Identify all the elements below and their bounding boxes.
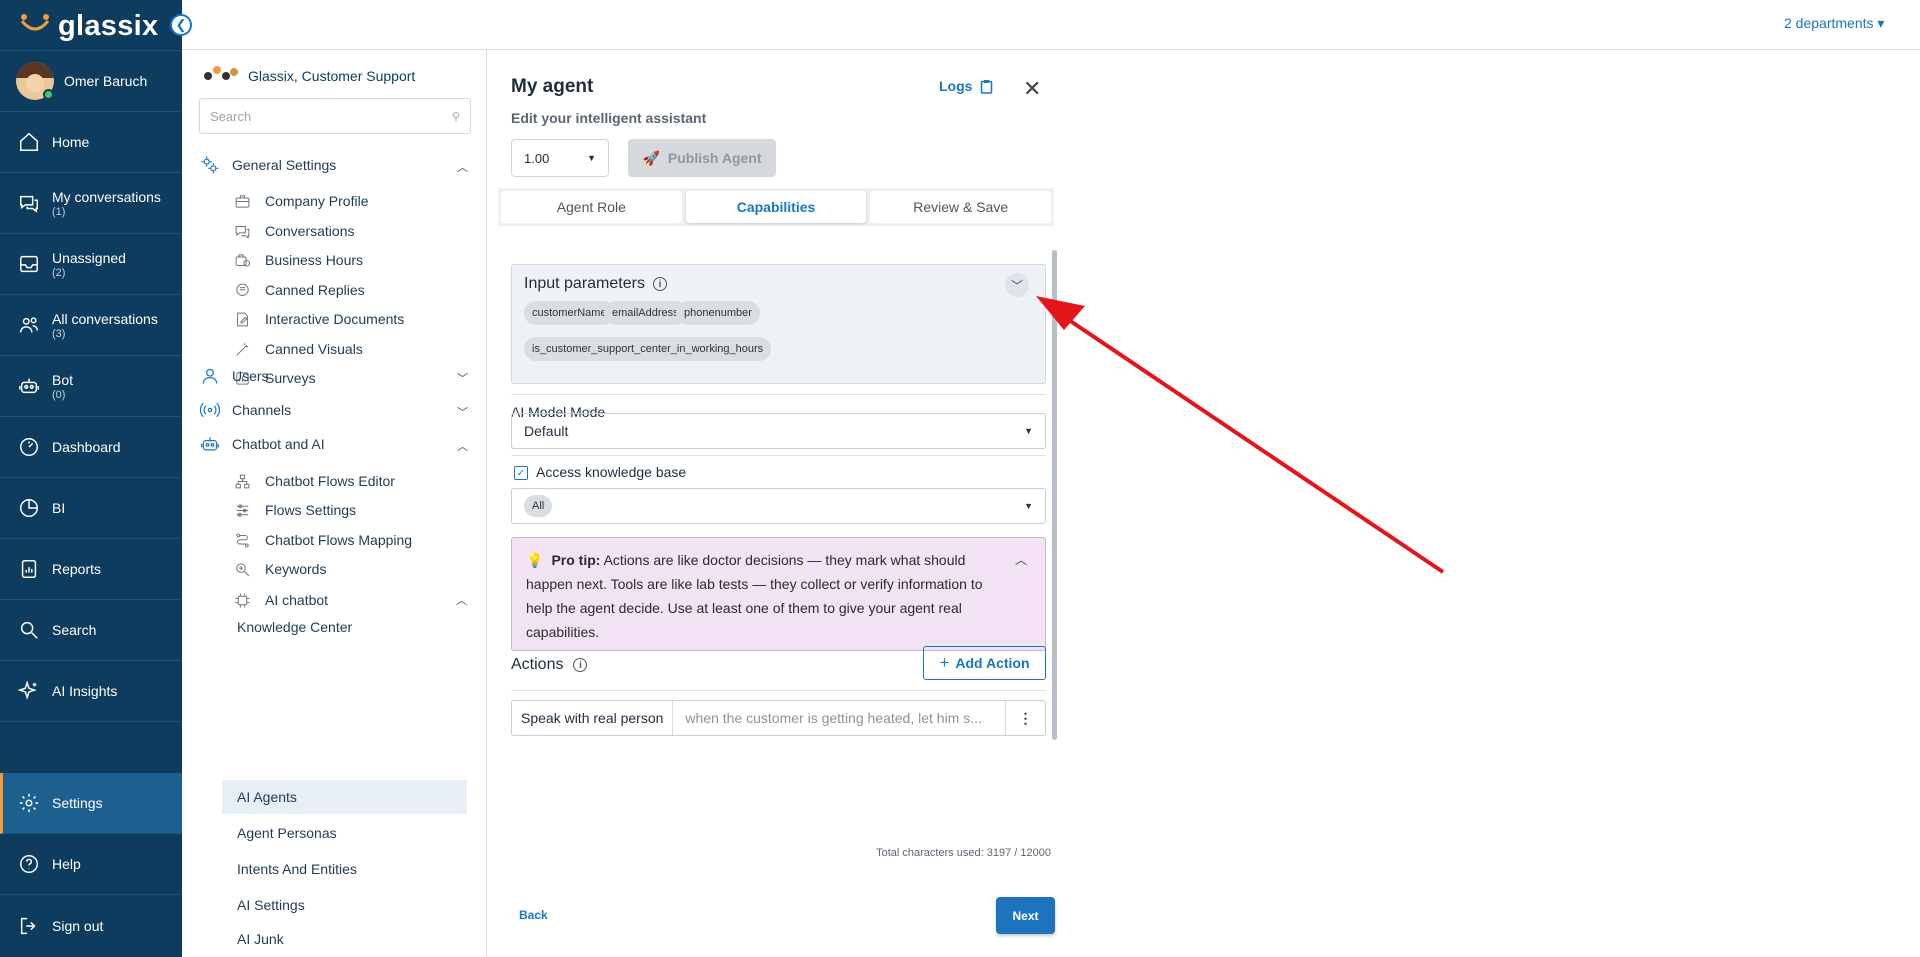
logs-button[interactable]: Logs [939, 78, 993, 94]
gear-icon [19, 793, 39, 813]
actions-label: Actions [511, 656, 564, 673]
home-icon [20, 132, 38, 151]
kb-checkbox[interactable]: ✓ [514, 466, 528, 480]
lightbulb-icon: 💡 [526, 552, 544, 568]
sparkles-icon [18, 680, 37, 700]
param-chip[interactable]: customerName [524, 301, 615, 325]
tab-review-save[interactable]: Review & Save [870, 191, 1052, 223]
pro-tip-box: 💡 Pro tip: Actions are like doctor decisi… [511, 537, 1046, 651]
dashboard-icon [20, 438, 38, 456]
action-description: when the customer is getting heated, let… [685, 710, 982, 726]
divider [511, 455, 1046, 456]
item-ai-settings[interactable]: AI Settings [222, 888, 467, 922]
nav-unassigned[interactable]: Unassigned (2) [0, 234, 182, 295]
kebab-menu-icon[interactable]: ⋮ [1005, 701, 1045, 735]
logo-icon [20, 14, 50, 31]
divider [511, 690, 1046, 691]
page-title: My agent [511, 76, 594, 97]
departments-dropdown[interactable]: 2 departments ▾ [1784, 15, 1884, 32]
info-icon[interactable]: i [573, 658, 588, 672]
publish-agent-button[interactable]: 🚀 Publish Agent [628, 139, 776, 177]
editor-tabs: Agent Role Capabilities Review & Save [498, 188, 1054, 226]
item-intents-and-entities[interactable]: Intents And Entities [222, 852, 467, 886]
chat-bubbles-icon [20, 195, 38, 213]
input-parameters-title: Input parameters [524, 275, 645, 292]
user-profile[interactable]: Omer Baruch [0, 50, 182, 112]
item-agent-personas[interactable]: Agent Personas [222, 816, 467, 850]
clipboard-icon [981, 79, 993, 94]
users-icon [20, 317, 38, 333]
search-icon [20, 621, 38, 639]
input-parameters-card: Input parameters i ﹀ customerName emailAd… [511, 264, 1046, 384]
kb-select[interactable]: All ▼ [511, 488, 1046, 524]
nav-settings[interactable]: Settings [0, 773, 182, 834]
nav-search[interactable]: Search [0, 600, 182, 661]
agent-editor: My agent Edit your intelligent assistant… [487, 50, 1067, 957]
user-name: Omer Baruch [64, 73, 148, 89]
caret-down-icon: ▼ [1024, 501, 1033, 511]
nav-help[interactable]: Help [0, 834, 182, 895]
back-button[interactable]: Back [519, 908, 548, 922]
close-icon[interactable]: ✕ [1023, 76, 1041, 102]
expand-chevron-icon[interactable]: ﹀ [1005, 273, 1029, 297]
add-action-button[interactable]: + Add Action [923, 646, 1046, 680]
inbox-icon [20, 255, 38, 273]
param-chip[interactable]: phonenumber [676, 301, 760, 325]
kb-chip: All [524, 495, 553, 517]
rocket-icon: 🚀 [642, 149, 660, 166]
characters-used: Total characters used: 3197 / 12000 [876, 847, 1051, 859]
nav-bot[interactable]: Bot (0) [0, 356, 182, 417]
report-icon [21, 560, 37, 578]
tab-agent-role[interactable]: Agent Role [501, 191, 682, 223]
online-status-dot [43, 89, 54, 100]
ai-model-select[interactable]: Default ▼ [511, 413, 1046, 449]
divider [511, 394, 1046, 395]
caret-down-icon: ▼ [1024, 426, 1033, 436]
nav-bi[interactable]: BI [0, 478, 182, 539]
nav-all-conversations[interactable]: All conversations (3) [0, 295, 182, 356]
sign-out-icon [20, 917, 36, 934]
param-chip[interactable]: emailAddress [604, 301, 687, 325]
logo-text: glassix [58, 9, 159, 42]
page-subtitle: Edit your intelligent assistant [511, 110, 707, 126]
scrollbar[interactable] [1052, 250, 1057, 740]
capabilities-scroll-area[interactable]: Input parameters i ﹀ customerName emailAd… [498, 248, 1054, 826]
nav-home[interactable]: Home [0, 112, 182, 173]
tab-capabilities[interactable]: Capabilities [685, 191, 867, 223]
bot-icon [19, 378, 39, 394]
ai-agents-list: AI Agents Agent Personas Intents And Ent… [182, 0, 487, 957]
nav-sign-out[interactable]: Sign out [0, 895, 182, 956]
plus-icon: + [939, 653, 950, 672]
version-select[interactable]: 1.00 ▼ [511, 139, 609, 177]
kb-label: Access knowledge base [536, 464, 687, 480]
chevron-left-icon: ❮ [175, 17, 187, 32]
nav-dashboard[interactable]: Dashboard [0, 417, 182, 478]
nav-reports[interactable]: Reports [0, 539, 182, 600]
help-icon [20, 855, 38, 873]
pie-chart-icon [20, 499, 38, 517]
logo[interactable]: glassix [18, 4, 158, 48]
nav-ai-insights[interactable]: AI Insights [0, 661, 182, 722]
action-name: Speak with real person [512, 701, 674, 735]
nav-my-conversations[interactable]: My conversations (1) [0, 173, 182, 234]
main-nav: glassix Omer Baruch Home My conversation… [0, 0, 182, 957]
collapse-chevron-icon[interactable]: ︿ [1015, 548, 1027, 572]
item-ai-junk[interactable]: AI Junk [222, 924, 467, 954]
param-chip[interactable]: is_customer_support_center_in_working_ho… [524, 337, 772, 361]
action-row[interactable]: Speak with real person when the customer… [511, 700, 1046, 736]
item-ai-agents[interactable]: AI Agents [222, 780, 467, 814]
collapse-nav-button[interactable]: ❮ [170, 14, 192, 36]
next-button[interactable]: Next [996, 897, 1055, 934]
caret-down-icon: ▼ [587, 153, 596, 163]
info-icon[interactable]: i [652, 277, 667, 291]
